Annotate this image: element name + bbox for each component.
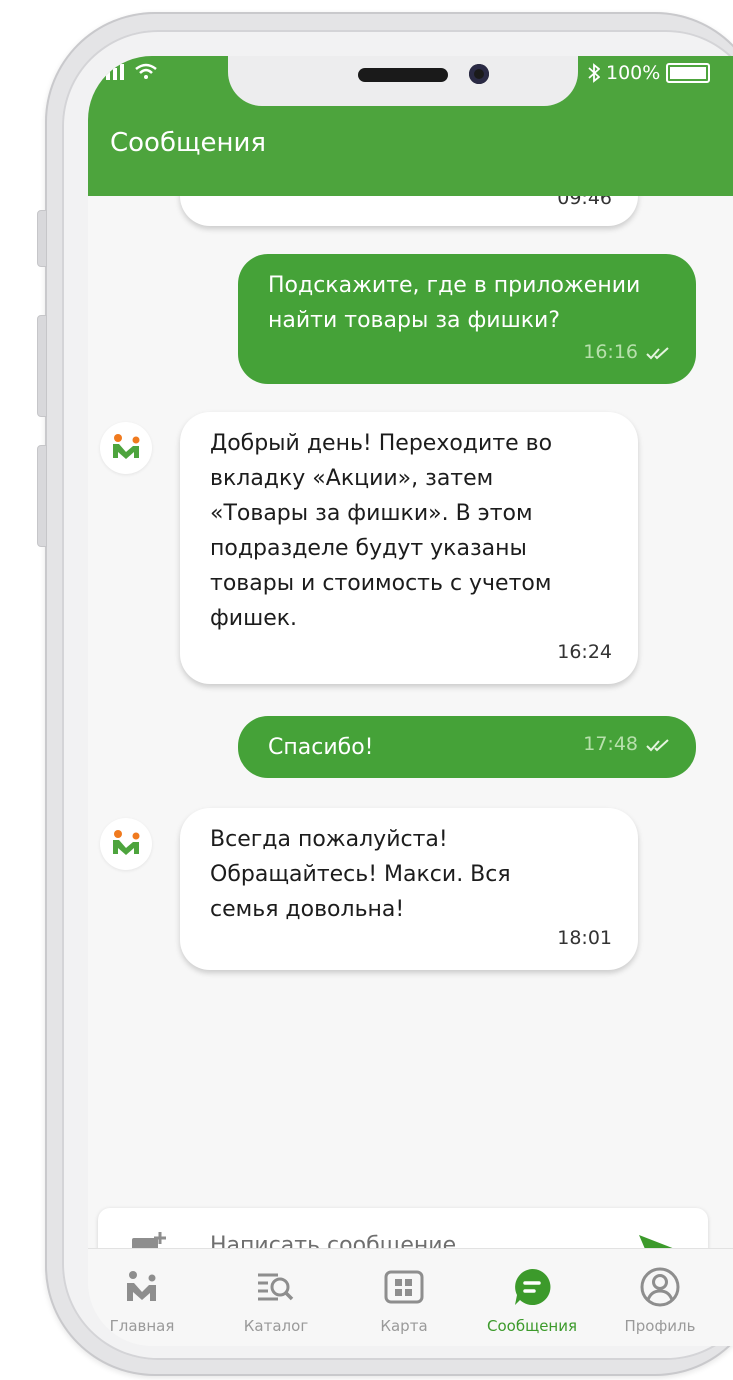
tab-label: Сообщения — [486, 1317, 577, 1335]
phone-notch — [228, 56, 578, 106]
bluetooth-icon — [588, 63, 600, 83]
signal-icon — [106, 62, 124, 80]
maxi-logo-icon — [113, 434, 140, 459]
home-logo-icon — [127, 1271, 156, 1301]
message-time: 16:16 — [583, 341, 638, 363]
page-title: Сообщения — [110, 128, 267, 158]
tab-card[interactable]: Карта — [344, 1267, 464, 1335]
message-outgoing: Спасибо! 17:48 — [238, 716, 696, 778]
message-text-line: Всегда пожалуйста! — [210, 827, 448, 852]
status-right: 100% — [588, 62, 711, 84]
bot-avatar — [100, 818, 152, 870]
message-time: 16:24 — [557, 641, 612, 663]
tab-label: Профиль — [624, 1317, 696, 1335]
maxi-logo-icon — [113, 830, 140, 855]
message-text-line: найти товары за фишки? — [268, 308, 560, 333]
message-outgoing: Подскажите, где в приложении найти товар… — [238, 254, 696, 384]
wifi-icon — [135, 63, 157, 79]
bot-avatar — [100, 422, 152, 474]
chat-thread[interactable]: 09:46 Подскажите, где в приложении найти… — [88, 196, 733, 1206]
message-text-line: Добрый день! Переходите во — [210, 431, 553, 456]
chat-icon — [515, 1268, 551, 1305]
message-text-line: вкладку «Акции», затем — [210, 466, 494, 491]
message-incoming: 09:46 — [180, 196, 638, 226]
double-check-icon — [646, 346, 669, 359]
tab-label: Главная — [109, 1317, 175, 1335]
battery-percent: 100% — [606, 62, 661, 84]
status-left — [106, 62, 158, 80]
tab-profile[interactable]: Профиль — [600, 1267, 720, 1335]
front-camera — [469, 64, 489, 84]
battery-icon — [666, 63, 711, 83]
tab-catalog[interactable]: Каталог — [216, 1267, 336, 1335]
catalog-search-icon — [258, 1273, 294, 1301]
message-time: 17:48 — [583, 733, 638, 755]
double-check-icon — [646, 738, 669, 751]
bottom-tab-bar: Главная Каталог Карта Сообщения Профиль — [88, 1248, 733, 1346]
message-time: 18:01 — [557, 927, 612, 949]
speaker-grille — [358, 68, 448, 82]
message-time: 09:46 — [557, 196, 612, 209]
message-text-line: Подскажите, где в приложении — [268, 273, 641, 298]
phone-mute-switch — [37, 210, 47, 267]
tab-messages[interactable]: Сообщения — [472, 1267, 592, 1335]
card-icon — [384, 1270, 424, 1304]
message-text-line: Обращайтесь! Макси. Вся — [210, 862, 511, 887]
message-text-line: подразделе будут указаны — [210, 536, 527, 561]
phone-volume-up — [37, 315, 47, 417]
profile-icon — [640, 1267, 680, 1307]
app-screen: 09:46 Подскажите, где в приложении найти… — [88, 56, 733, 1346]
message-incoming: Добрый день! Переходите во вкладку «Акци… — [180, 412, 638, 684]
tab-label: Карта — [380, 1317, 428, 1335]
message-text-line: фишек. — [210, 606, 298, 631]
message-text-line: «Товары за фишки». В этом — [210, 501, 533, 526]
message-text-line: товары и стоимость с учетом — [210, 571, 552, 596]
tab-home[interactable]: Главная — [88, 1267, 202, 1335]
message-incoming: Всегда пожалуйста! Обращайтесь! Макси. В… — [180, 808, 638, 970]
tab-label: Каталог — [243, 1317, 309, 1335]
message-text-line: семья довольна! — [210, 897, 405, 922]
phone-volume-down — [37, 445, 47, 547]
app-header: 100% Сообщения — [88, 56, 733, 196]
